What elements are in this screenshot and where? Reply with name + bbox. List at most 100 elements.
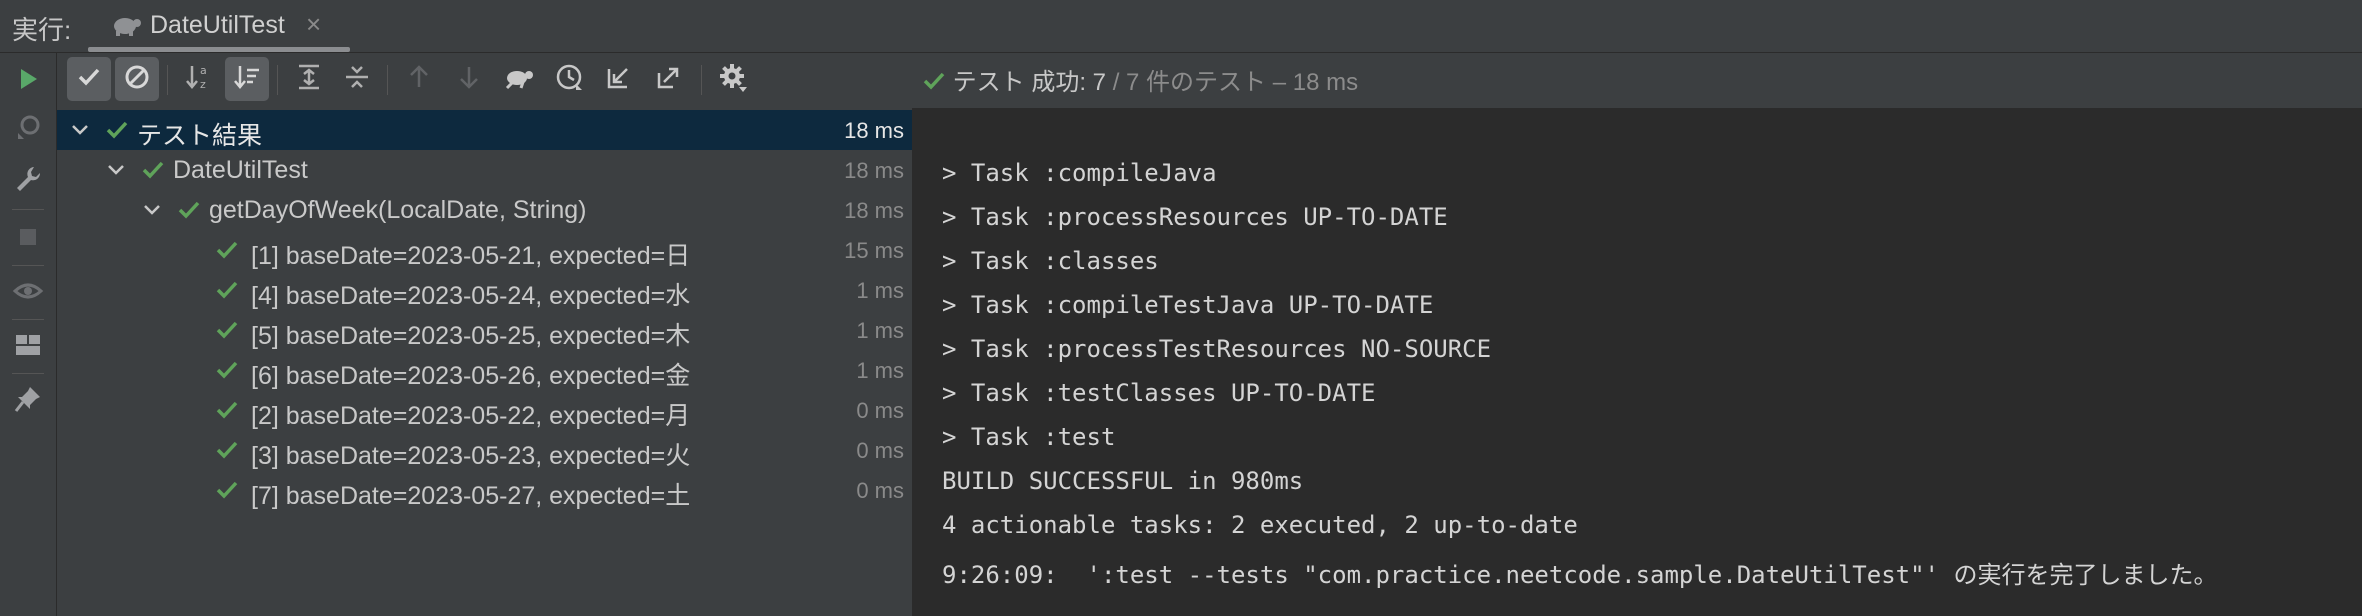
duration: 0 ms [856,438,904,463]
tree-label: [3] baseDate=2023-05-23, expected=火 [251,442,691,470]
check-icon [105,119,129,146]
tree-label: [5] baseDate=2023-05-25, expected=木 [251,322,691,350]
history-button[interactable] [547,57,591,101]
check-icon [215,479,239,506]
sort-alpha-button[interactable]: az [177,57,221,101]
console-line: > Task :test [942,423,1116,451]
console-line: > Task :compileTestJava UP-TO-DATE [942,291,1434,319]
separator [12,265,44,266]
tree-row-test-case[interactable]: [6] baseDate=2023-05-26, expected=金 1 ms [57,350,912,390]
duration: 1 ms [856,358,904,383]
console-output[interactable]: > Task :compileJava > Task :processResou… [913,108,2362,616]
duration: 18 ms [844,198,904,223]
check-icon [215,359,239,386]
separator [12,373,44,374]
check-icon [76,64,102,95]
expand-all-icon [294,62,324,97]
duration: 18 ms [844,158,904,183]
turtle-icon [110,12,142,43]
tree-label: [2] baseDate=2023-05-22, expected=月 [251,402,691,430]
settings-button[interactable] [711,57,755,101]
eye-icon[interactable] [12,275,44,307]
tab-active-indicator [88,47,350,52]
export-button[interactable] [647,57,691,101]
test-status: テスト 成功: 7 / 7 件のテスト – 18 ms [922,62,1358,100]
run-tool-bar: 実行: DateUtilTest × [0,0,2362,53]
tree-row-test-case[interactable]: [2] baseDate=2023-05-22, expected=月 0 ms [57,390,912,430]
collapse-all-icon [342,62,372,97]
tab-dateutiltest[interactable]: DateUtilTest × [88,0,350,52]
run-label: 実行: [12,15,72,45]
console-line: 4 actionable tasks: 2 executed, 2 up-to-… [942,511,1578,539]
collapse-all-button[interactable] [335,57,379,101]
tree-label: [4] baseDate=2023-05-24, expected=水 [251,282,691,310]
sort-duration-button[interactable] [225,57,269,101]
chevron-down-icon[interactable] [69,118,91,145]
console-line: > Task :processTestResources NO-SOURCE [942,335,1492,363]
wrench-icon[interactable] [12,163,44,195]
test-toolbar: az [57,53,912,107]
close-icon[interactable]: × [306,9,321,40]
tree-label: DateUtilTest [173,156,308,184]
check-icon [215,239,239,266]
check-icon [215,279,239,306]
console-line: 9:26:09: ':test --tests "com.practice.ne… [942,561,2218,589]
slow-tests-button[interactable] [497,57,541,101]
svg-text:a: a [200,64,207,77]
test-tree: テスト結果 18 ms DateUtilTest 18 ms getDayOfW… [57,108,913,616]
console-line: > Task :classes [942,247,1159,275]
check-icon [215,319,239,346]
check-icon [141,159,165,186]
tree-row-test-case[interactable]: [4] baseDate=2023-05-24, expected=水 1 ms [57,270,912,310]
sort-duration-icon [232,62,262,97]
show-ignored-button[interactable] [115,57,159,101]
check-icon [215,439,239,466]
next-failed-button[interactable] [447,57,491,101]
chevron-down-icon[interactable] [105,158,127,185]
tree-label: [7] baseDate=2023-05-27, expected=土 [251,482,691,510]
gear-icon [717,61,749,98]
tree-label: [6] baseDate=2023-05-26, expected=金 [251,362,691,390]
tree-label: getDayOfWeek(LocalDate, String) [209,196,587,224]
rerun-failed-icon[interactable] [12,111,44,143]
tree-row-root[interactable]: テスト結果 18 ms [57,110,912,150]
console-line: > Task :compileJava [942,159,1217,187]
chevron-down-icon[interactable] [141,198,163,225]
tree-row-method[interactable]: getDayOfWeek(LocalDate, String) 18 ms [57,190,912,230]
prev-failed-button[interactable] [397,57,441,101]
layout-icon[interactable] [12,329,44,361]
tree-row-test-case[interactable]: [1] baseDate=2023-05-21, expected=日 15 m… [57,230,912,270]
arrow-up-icon [405,63,433,96]
tree-label: テスト結果 [137,122,263,150]
duration: 18 ms [844,118,904,143]
tree-row-class[interactable]: DateUtilTest 18 ms [57,150,912,190]
tree-row-test-case[interactable]: [3] baseDate=2023-05-23, expected=火 0 ms [57,430,912,470]
duration: 0 ms [856,478,904,503]
arrow-down-icon [455,63,483,96]
separator [12,319,44,320]
left-toolbar [0,53,57,616]
tree-row-test-case[interactable]: [7] baseDate=2023-05-27, expected=土 0 ms [57,470,912,510]
import-icon [605,63,633,96]
separator [277,65,278,95]
status-detail: / 7 件のテスト – 18 ms [1106,69,1359,96]
pin-icon[interactable] [12,383,44,415]
svg-text:z: z [200,78,206,91]
show-passed-button[interactable] [67,57,111,101]
duration: 15 ms [844,238,904,263]
ignored-icon [123,63,151,96]
duration: 0 ms [856,398,904,423]
stop-icon[interactable] [12,221,44,253]
turtle-icon [503,62,535,97]
tree-label: [1] baseDate=2023-05-21, expected=日 [251,242,691,270]
separator [12,209,44,210]
tree-row-test-case[interactable]: [5] baseDate=2023-05-25, expected=木 1 ms [57,310,912,350]
console-line: > Task :processResources UP-TO-DATE [942,203,1448,231]
expand-all-button[interactable] [287,57,331,101]
import-button[interactable] [597,57,641,101]
run-icon[interactable] [12,63,44,95]
check-icon [177,199,201,226]
console-line: > Task :testClasses UP-TO-DATE [942,379,1376,407]
pass-check-icon [922,69,946,100]
history-icon [554,62,584,97]
